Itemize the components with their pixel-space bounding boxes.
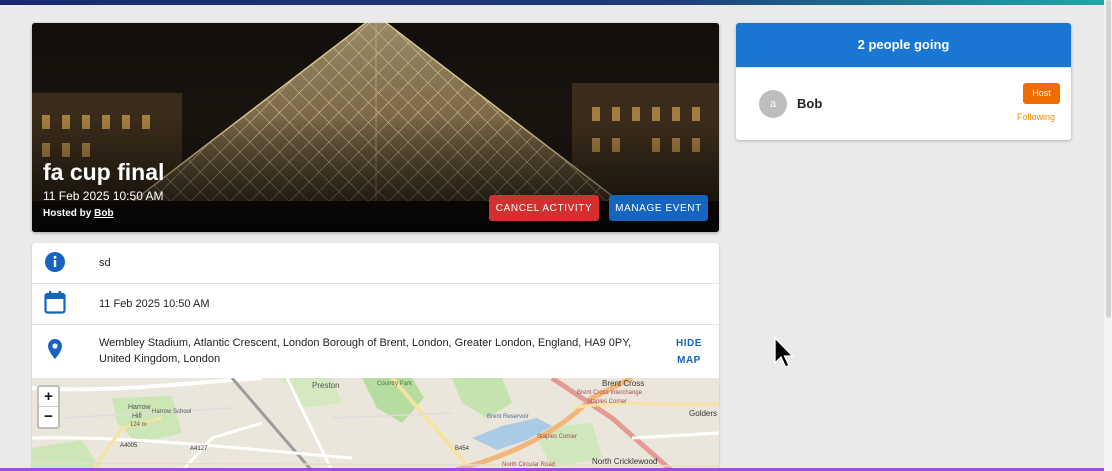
hosted-by-prefix: Hosted by xyxy=(43,208,92,219)
map-label: B454 xyxy=(455,446,470,452)
event-title: fa cup final xyxy=(43,159,165,185)
avatar[interactable]: a xyxy=(759,90,787,118)
location-row: Wembley Stadium, Atlantic Crescent, Lond… xyxy=(32,324,719,378)
attendees-header: 2 people going xyxy=(736,23,1071,67)
map-label: Hill xyxy=(132,413,142,420)
event-date: 11 Feb 2025 10:50 AM xyxy=(43,189,164,203)
host-badge: Host xyxy=(1023,83,1060,104)
location-pin-icon xyxy=(48,339,62,359)
following-status: Following xyxy=(1017,112,1056,122)
hide-map-label-line1: HIDE xyxy=(676,338,702,349)
description-row: sd xyxy=(32,243,719,284)
map-tiles: Preston Country Park Harrow Hill Harrow … xyxy=(32,378,719,471)
map-label: A4005 xyxy=(120,443,138,449)
info-icon xyxy=(45,252,65,272)
zoom-out-button[interactable]: − xyxy=(39,407,58,426)
divider xyxy=(736,67,1071,68)
map-label: North Cricklewood xyxy=(592,457,657,466)
event-hero-card: fa cup final 11 Feb 2025 10:50 AM Hosted… xyxy=(32,23,719,232)
map-label: Brent Cross xyxy=(602,379,644,388)
zoom-in-button[interactable]: + xyxy=(39,387,58,407)
scrollbar-thumb[interactable] xyxy=(1106,0,1111,318)
manage-event-button[interactable]: MANAGE EVENT xyxy=(609,195,708,221)
map-label: Harrow xyxy=(128,404,152,411)
map-label: Preston xyxy=(312,381,340,390)
top-app-bar-strip xyxy=(0,0,1104,5)
map-label: Harrow School xyxy=(152,409,191,415)
event-description: sd xyxy=(99,257,111,269)
map-label: Staples Corner xyxy=(587,399,627,405)
map-zoom-control: + − xyxy=(37,385,60,429)
event-date-detail: 11 Feb 2025 10:50 AM xyxy=(99,298,210,310)
mouse-pointer-icon xyxy=(774,337,795,368)
map-label: Country Park xyxy=(377,381,413,387)
hide-map-button[interactable]: HIDE MAP xyxy=(672,335,706,369)
map-label: A4127 xyxy=(190,446,208,452)
map-label: Golders xyxy=(689,409,717,418)
page-scrollbar[interactable] xyxy=(1104,0,1112,471)
location-map[interactable]: Preston Country Park Harrow Hill Harrow … xyxy=(32,378,719,471)
map-label: Brent Reservoir xyxy=(487,414,529,420)
attendees-card: 2 people going a Bob Host Following xyxy=(736,23,1071,140)
date-row: 11 Feb 2025 10:50 AM xyxy=(32,283,719,325)
map-label: Staples Corner xyxy=(537,434,577,440)
hosted-by: Hosted by Bob xyxy=(43,208,114,219)
calendar-icon xyxy=(44,291,66,314)
map-label: 124 m xyxy=(130,422,147,428)
hide-map-label-line2: MAP xyxy=(677,355,701,366)
cancel-activity-button[interactable]: CANCEL ACTIVITY xyxy=(489,195,599,221)
event-details-card: sd 11 Feb 2025 10:50 AM Wembley Stadium,… xyxy=(32,243,719,471)
host-profile-link[interactable]: Bob xyxy=(94,208,113,219)
attendee-name[interactable]: Bob xyxy=(797,96,822,111)
map-label: Brent Cross Interchange xyxy=(577,390,643,396)
event-location: Wembley Stadium, Atlantic Crescent, Lond… xyxy=(99,337,632,365)
